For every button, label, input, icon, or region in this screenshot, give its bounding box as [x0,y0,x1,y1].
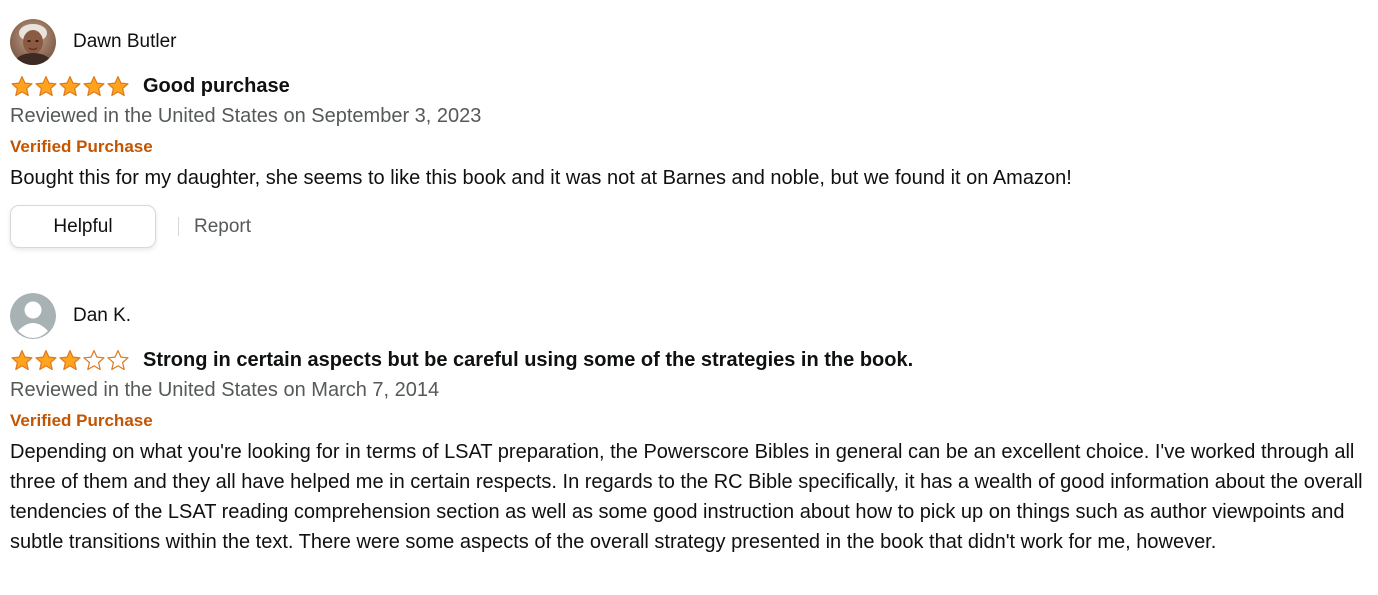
star-empty-icon [107,350,129,371]
review-card: Dan K. Strong in certain aspects but be … [10,292,1368,557]
action-divider [178,217,179,236]
reviewer-profile[interactable]: Dan K. [10,292,1368,340]
review-body: Depending on what you're looking for in … [10,441,1363,553]
review-date: Reviewed in the United States on Septemb… [10,105,482,127]
review-title[interactable]: Strong in certain aspects but be careful… [143,349,913,372]
review-actions: Helpful Report [10,205,1368,248]
star-rating[interactable] [10,75,130,97]
report-link[interactable]: Report [194,216,251,238]
verified-purchase-badge: Verified Purchase [10,137,153,156]
star-rating[interactable] [10,349,130,371]
helpful-button[interactable]: Helpful [10,205,156,248]
star-filled-icon [59,350,81,371]
reviews-page: Dawn Butler Good purchase Reviewed in th… [0,0,1378,595]
reviewer-name: Dan K. [73,305,132,326]
reviewer-profile[interactable]: Dawn Butler [10,18,1368,66]
star-filled-icon [107,76,129,97]
review-body: Bought this for my daughter, she seems t… [10,167,1072,189]
review-card: Dawn Butler Good purchase Reviewed in th… [10,18,1368,248]
reviewer-name: Dawn Butler [73,31,177,52]
star-filled-icon [35,350,57,371]
reviewer-avatar [10,19,56,65]
star-filled-icon [11,76,33,97]
star-filled-icon [59,76,81,97]
review-date: Reviewed in the United States on March 7… [10,379,440,401]
verified-purchase-badge: Verified Purchase [10,411,153,430]
star-filled-icon [35,76,57,97]
star-filled-icon [83,76,105,97]
review-title[interactable]: Good purchase [143,75,290,98]
star-filled-icon [11,350,33,371]
star-empty-icon [83,350,105,371]
default-user-avatar-icon [10,293,56,339]
